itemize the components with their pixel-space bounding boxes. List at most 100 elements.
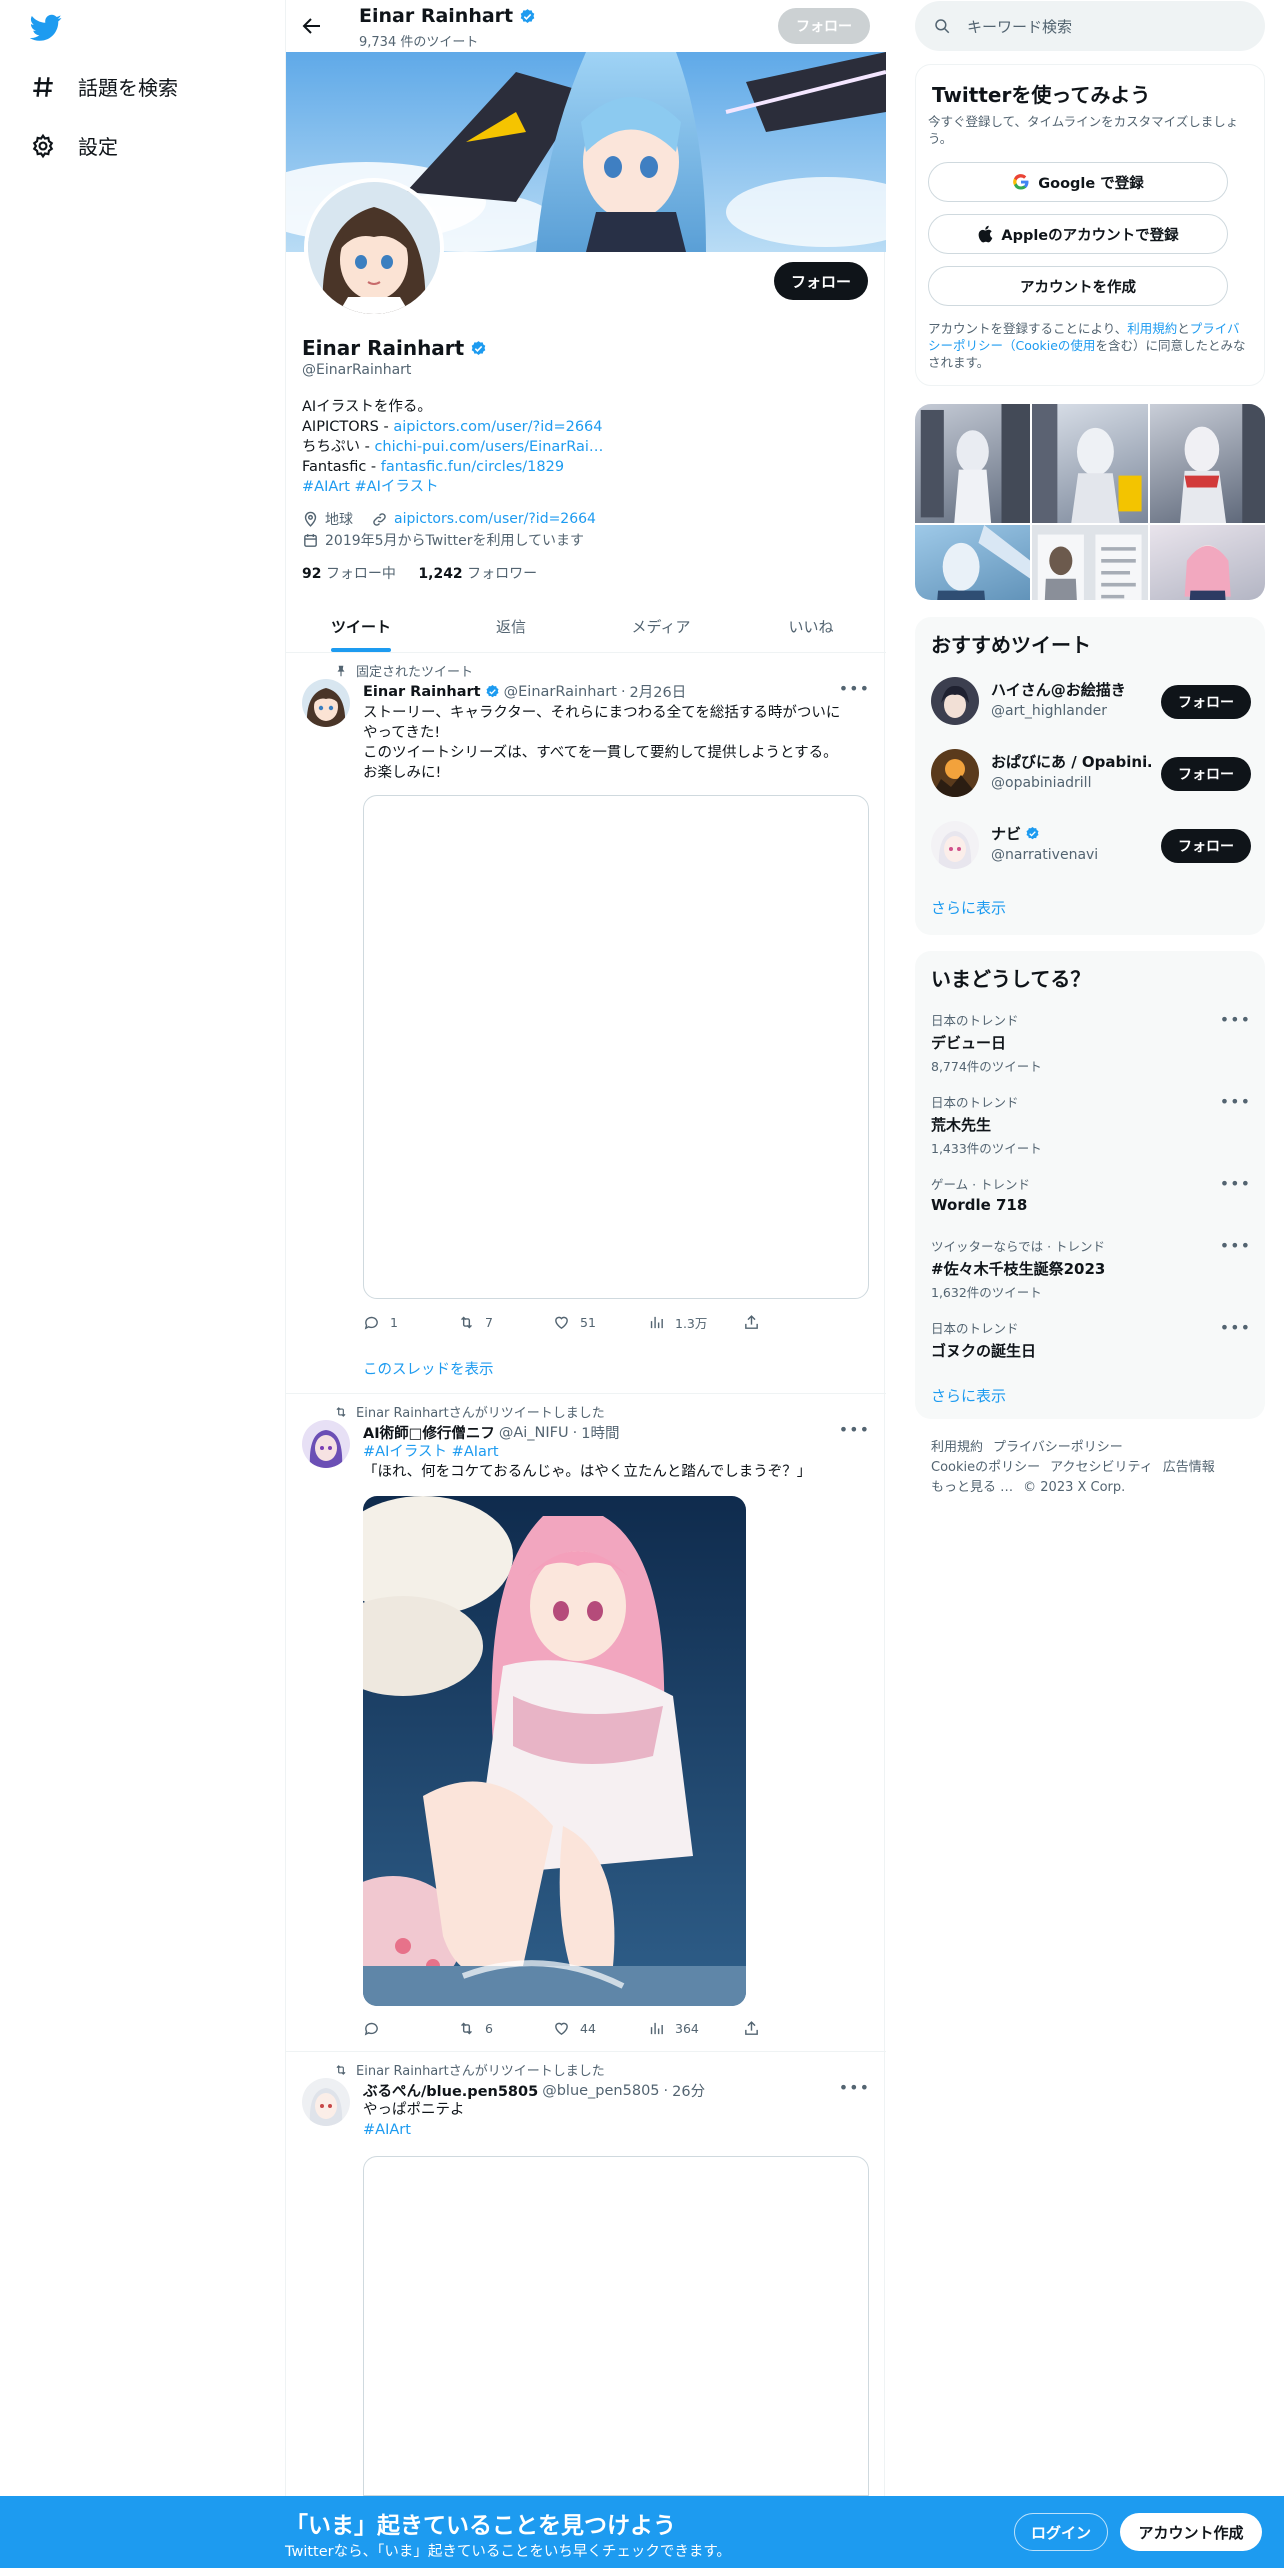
followers-count: 1,242 bbox=[418, 566, 463, 582]
retweet-action[interactable]: 7 bbox=[458, 1313, 553, 1332]
recommended-user[interactable]: おぱびにあ / Opabini… @opabiniadrill フォロー bbox=[931, 745, 1251, 801]
tweet-actions: 1 7 51 1.3万 bbox=[363, 1313, 793, 1332]
more-options-icon[interactable]: ••• bbox=[1220, 1092, 1251, 1111]
tweet-media-card[interactable] bbox=[363, 2156, 869, 2496]
avatar[interactable] bbox=[302, 1420, 350, 1468]
avatar[interactable] bbox=[302, 679, 350, 727]
topbar-follow-button[interactable]: フォロー bbox=[778, 8, 870, 44]
tweet-pinned[interactable]: 固定されたツイート Einar Rainhart @EinarRainhart … bbox=[286, 653, 886, 1394]
tweet-author-name[interactable]: AI術師□修行僧ニフ bbox=[363, 1422, 495, 1443]
following-count: 92 bbox=[302, 566, 322, 582]
profile-website-link[interactable]: aipictors.com/user/?id=2664 bbox=[394, 511, 596, 527]
media-thumbnail[interactable] bbox=[1149, 525, 1265, 600]
tab-likes[interactable]: いいね bbox=[736, 600, 886, 652]
more-options-icon[interactable]: ••• bbox=[1220, 1010, 1251, 1029]
footer-terms-link[interactable]: 利用規約 bbox=[931, 1440, 983, 1455]
recommended-user[interactable]: ナビ @narrativenavi フォロー bbox=[931, 817, 1251, 873]
trend-count: 1,433件のツイート bbox=[931, 1141, 1042, 1156]
footer-privacy-link[interactable]: プライバシーポリシー bbox=[993, 1440, 1123, 1455]
verified-badge-icon bbox=[486, 684, 499, 698]
tweet-retweet-1[interactable]: Einar Rainhartさんがリツイートしました AI術師□修行僧ニフ @A… bbox=[286, 1394, 886, 2052]
create-account-button[interactable]: アカウントを作成 bbox=[928, 266, 1228, 306]
tab-tweets[interactable]: ツイート bbox=[286, 600, 436, 652]
more-options-icon[interactable]: ••• bbox=[839, 2078, 870, 2097]
trend-item[interactable]: 日本のトレンド ゴヌクの誕生日 ••• bbox=[931, 1318, 1251, 1361]
bio-link-chichipui[interactable]: chichi-pui.com/users/EinarRai… bbox=[374, 439, 603, 455]
retweet-action[interactable]: 6 bbox=[458, 2020, 553, 2037]
tweet-image[interactable] bbox=[363, 1496, 746, 2006]
apple-signup-button[interactable]: Appleのアカウントで登録 bbox=[928, 214, 1228, 254]
more-options-icon[interactable]: ••• bbox=[1220, 1236, 1251, 1255]
media-thumbnail[interactable] bbox=[915, 404, 1031, 524]
tweet-retweet-2[interactable]: Einar Rainhartさんがリツイートしました ぶるぺん/blue.pen… bbox=[286, 2052, 886, 2496]
login-button[interactable]: ログイン bbox=[1014, 2513, 1108, 2551]
trend-item[interactable]: 日本のトレンド デビュー日 8,774件のツイート ••• bbox=[931, 1010, 1251, 1075]
more-options-icon[interactable]: ••• bbox=[1220, 1174, 1251, 1193]
tweet-text: ストーリー、キャラクター、それらにまつわる全てを総括する時がついに やってきた!… bbox=[363, 703, 869, 783]
trend-category: 日本のトレンド bbox=[931, 1321, 1019, 1336]
tab-replies[interactable]: 返信 bbox=[436, 600, 586, 652]
media-thumbnail[interactable] bbox=[1032, 525, 1148, 600]
search-input[interactable]: キーワード検索 bbox=[915, 1, 1265, 51]
show-thread-link[interactable]: このスレッドを表示 bbox=[363, 1358, 494, 1379]
views-action[interactable]: 1.3万 bbox=[648, 1313, 743, 1332]
bio-link-fantasfic[interactable]: fantasfic.fun/circles/1829 bbox=[381, 459, 564, 475]
profile-handle: @EinarRainhart bbox=[302, 362, 412, 378]
tweet-time[interactable]: 2月26日 bbox=[630, 681, 687, 702]
tweet-author-name[interactable]: ぶるぺん/blue.pen5805 bbox=[363, 2080, 538, 2101]
bio-link-aipictors[interactable]: aipictors.com/user/?id=2664 bbox=[393, 419, 602, 435]
tweet-hashtags[interactable]: #AIArt bbox=[363, 2122, 411, 2138]
more-options-icon[interactable]: ••• bbox=[839, 1420, 870, 1439]
tweet-hashtags[interactable]: #AIイラスト #AIart bbox=[363, 1444, 499, 1460]
signup-button[interactable]: アカウント作成 bbox=[1120, 2513, 1262, 2551]
nav-explore[interactable]: 話題を検索 bbox=[30, 72, 178, 101]
google-signup-button[interactable]: Google で登録 bbox=[928, 162, 1228, 202]
trends-show-more-link[interactable]: さらに表示 bbox=[931, 1385, 1006, 1406]
recommended-follow-button[interactable]: フォロー bbox=[1161, 757, 1251, 791]
following-stat[interactable]: 92 フォロー中 bbox=[302, 566, 396, 582]
footer-accessibility-link[interactable]: アクセシビリティ bbox=[1050, 1460, 1153, 1475]
footer-ads-link[interactable]: 広告情報 bbox=[1163, 1460, 1215, 1475]
recommended-user[interactable]: ハイさん@お絵描き @art_highlander フォロー bbox=[931, 673, 1251, 729]
avatar[interactable] bbox=[302, 2078, 350, 2126]
media-thumbnail[interactable] bbox=[1149, 404, 1265, 524]
recommended-follow-button[interactable]: フォロー bbox=[1161, 685, 1251, 719]
like-action[interactable]: 44 bbox=[553, 2020, 648, 2037]
share-action[interactable] bbox=[743, 1313, 783, 1332]
share-action[interactable] bbox=[743, 2020, 783, 2037]
footer-more-link[interactable]: もっと見る … bbox=[931, 1480, 1013, 1495]
profile-follow-button[interactable]: フォロー bbox=[774, 262, 868, 300]
tweet-header: AI術師□修行僧ニフ @Ai_NIFU · 1時間 bbox=[363, 1422, 619, 1443]
twitter-logo-icon[interactable] bbox=[30, 14, 62, 42]
nav-settings[interactable]: 設定 bbox=[30, 131, 118, 160]
trend-item[interactable]: ツイッターならでは · トレンド #佐々木千枝生誕祭2023 1,632件のツイ… bbox=[931, 1236, 1251, 1301]
like-action[interactable]: 51 bbox=[553, 1313, 648, 1332]
recommended-follow-button[interactable]: フォロー bbox=[1161, 829, 1251, 863]
views-action[interactable]: 364 bbox=[648, 2020, 743, 2037]
trend-item[interactable]: 日本のトレンド 荒木先生 1,433件のツイート ••• bbox=[931, 1092, 1251, 1157]
profile-name-text: Einar Rainhart bbox=[302, 336, 465, 360]
avatar[interactable] bbox=[931, 749, 979, 797]
tweet-time[interactable]: 26分 bbox=[672, 2080, 705, 2101]
media-thumbnail[interactable] bbox=[915, 525, 1031, 600]
avatar[interactable] bbox=[931, 677, 979, 725]
reply-action[interactable]: 1 bbox=[363, 1313, 458, 1332]
footer-cookie-link[interactable]: Cookieのポリシー bbox=[931, 1460, 1040, 1475]
trend-item[interactable]: ゲーム · トレンド Wordle 718 ••• bbox=[931, 1174, 1251, 1214]
more-options-icon[interactable]: ••• bbox=[1220, 1318, 1251, 1337]
recommend-show-more-link[interactable]: さらに表示 bbox=[931, 897, 1006, 918]
bio-hashtags[interactable]: #AIArt #AIイラスト bbox=[302, 479, 439, 495]
tweet-media-card[interactable] bbox=[363, 795, 869, 1299]
profile-avatar[interactable] bbox=[304, 178, 444, 318]
terms-link[interactable]: 利用規約 bbox=[1127, 321, 1177, 336]
tab-media[interactable]: メディア bbox=[586, 600, 736, 652]
avatar[interactable] bbox=[931, 821, 979, 869]
reply-action[interactable] bbox=[363, 2020, 458, 2037]
tweet-text-line: やってきた! bbox=[363, 725, 441, 741]
followers-stat[interactable]: 1,242 フォロワー bbox=[418, 566, 537, 582]
more-options-icon[interactable]: ••• bbox=[839, 679, 870, 698]
tweet-author-name[interactable]: Einar Rainhart bbox=[363, 684, 481, 700]
media-thumbnail[interactable] bbox=[1032, 404, 1148, 524]
tweet-time[interactable]: 1時間 bbox=[581, 1422, 619, 1443]
back-arrow-icon[interactable] bbox=[300, 14, 324, 38]
